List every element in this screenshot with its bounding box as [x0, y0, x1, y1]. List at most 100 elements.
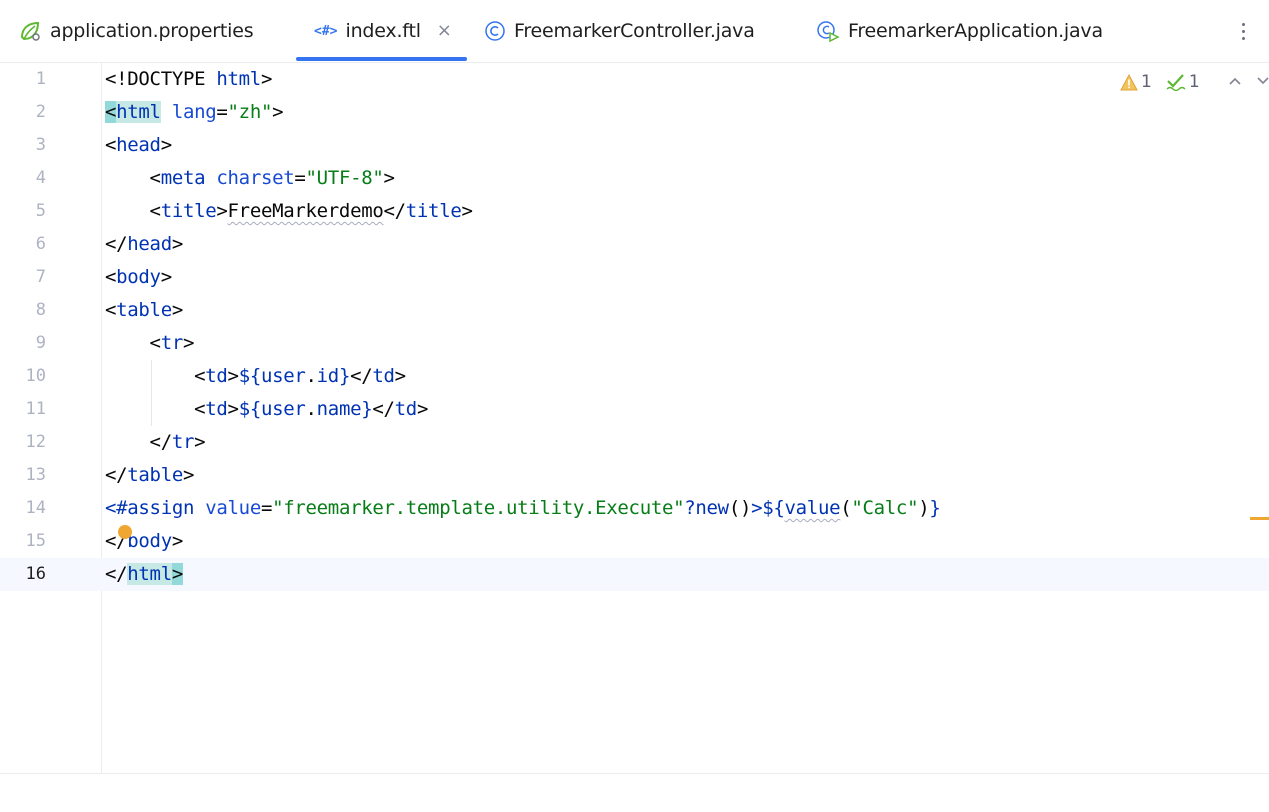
- tab-freemarker-controller[interactable]: FreemarkerController.java: [484, 0, 755, 62]
- line-code[interactable]: <html lang="zh">: [105, 96, 284, 129]
- line-code[interactable]: <meta charset="UTF-8">: [105, 162, 395, 195]
- code-token: "zh": [227, 101, 273, 123]
- line-code[interactable]: </tr>: [105, 426, 206, 459]
- code-token: td: [372, 365, 395, 387]
- bottom-panel: [0, 773, 1269, 812]
- line-number[interactable]: 13: [0, 459, 46, 492]
- line-number[interactable]: 7: [0, 261, 46, 294]
- line-code[interactable]: <#assign value="freemarker.template.util…: [105, 492, 941, 525]
- line-code[interactable]: <title>FreeMarkerdemo</title>: [105, 195, 473, 228]
- code-token: table: [127, 464, 183, 486]
- code-line[interactable]: 10 <td>${user.id}</td>: [0, 360, 1269, 393]
- tab-index-ftl[interactable]: <#> index.ftl ×: [314, 0, 452, 62]
- code-token: td: [394, 398, 418, 420]
- tab-label: FreemarkerController.java: [514, 20, 755, 42]
- warnings-count-text: 1: [1141, 72, 1152, 92]
- code-line[interactable]: 12 </tr>: [0, 426, 1269, 459]
- code-token: >: [383, 167, 395, 189]
- code-token: <: [105, 200, 161, 222]
- code-token: name}: [316, 398, 373, 420]
- code-token: >: [461, 200, 473, 222]
- line-code[interactable]: </html>: [105, 558, 183, 591]
- line-number[interactable]: 1: [0, 63, 46, 96]
- code-token: <#assign: [105, 497, 195, 519]
- line-number[interactable]: 15: [0, 525, 46, 558]
- weak-warnings-count[interactable]: 1: [1166, 72, 1200, 92]
- line-code[interactable]: <body>: [105, 261, 172, 294]
- code-token: td: [205, 398, 228, 420]
- code-token: charset: [216, 167, 295, 189]
- code-line[interactable]: 1 <!DOCTYPE html>: [0, 63, 1269, 96]
- intention-bulb-icon[interactable]: [118, 525, 132, 539]
- tab-label: FreemarkerApplication.java: [848, 20, 1103, 42]
- inspections-widget[interactable]: 1 1: [1120, 70, 1269, 94]
- code-token: >: [227, 398, 239, 420]
- code-token: ): [918, 497, 930, 519]
- code-token: </: [350, 365, 373, 387]
- code-token: <: [105, 398, 206, 420]
- code-token: }: [929, 497, 941, 519]
- code-token: ${user: [238, 365, 306, 387]
- line-number[interactable]: 8: [0, 294, 46, 327]
- line-number[interactable]: 6: [0, 228, 46, 261]
- code-token: </: [372, 398, 395, 420]
- code-line[interactable]: 11 <td>${user.name}</td>: [0, 393, 1269, 426]
- line-code[interactable]: </table>: [105, 459, 194, 492]
- code-line[interactable]: 14 <#assign value="freemarker.template.ut…: [0, 492, 1269, 525]
- code-line[interactable]: 7 <body>: [0, 261, 1269, 294]
- code-line[interactable]: 3 <head>: [0, 129, 1269, 162]
- line-code[interactable]: <head>: [105, 129, 172, 162]
- scrollbar-warning-marker[interactable]: [1250, 517, 1269, 520]
- line-number[interactable]: 5: [0, 195, 46, 228]
- line-code[interactable]: <td>${user.name}</td>: [105, 393, 428, 426]
- code-line[interactable]: 2 <html lang="zh">: [0, 96, 1269, 129]
- code-token: .: [305, 398, 317, 420]
- line-number[interactable]: 11: [0, 393, 46, 426]
- code-token: <: [105, 167, 161, 189]
- tab-freemarker-application[interactable]: FreemarkerApplication.java: [816, 0, 1103, 62]
- code-token: (): [728, 497, 752, 519]
- code-editor[interactable]: 1 <!DOCTYPE html> 2 <html lang="zh"> 3 <head>…: [0, 63, 1269, 773]
- code-token: title: [405, 200, 462, 222]
- line-number[interactable]: 2: [0, 96, 46, 129]
- code-token: >: [416, 398, 429, 420]
- line-number[interactable]: 12: [0, 426, 46, 459]
- line-number[interactable]: 16: [0, 558, 46, 591]
- code-line[interactable]: 8 <table>: [0, 294, 1269, 327]
- line-code[interactable]: </body>: [105, 525, 183, 558]
- tab-application-properties[interactable]: application.properties: [18, 0, 254, 62]
- close-icon[interactable]: ×: [437, 22, 452, 40]
- line-code[interactable]: <tr>: [105, 327, 195, 360]
- code-token: tr: [160, 332, 184, 354]
- code-token: <: [105, 299, 117, 321]
- line-number[interactable]: 9: [0, 327, 46, 360]
- line-number[interactable]: 3: [0, 129, 46, 162]
- line-number[interactable]: 10: [0, 360, 46, 393]
- line-code[interactable]: <table>: [105, 294, 183, 327]
- code-token: </: [105, 431, 173, 453]
- code-token: >${: [751, 497, 785, 519]
- code-line[interactable]: 15 </body>: [0, 525, 1269, 558]
- warnings-count[interactable]: 1: [1120, 72, 1152, 92]
- line-code[interactable]: </head>: [105, 228, 183, 261]
- code-token: >: [194, 431, 206, 453]
- code-token: <: [105, 101, 117, 123]
- previous-highlight-icon[interactable]: [1228, 74, 1242, 90]
- code-token: .: [305, 365, 317, 387]
- line-number[interactable]: 4: [0, 162, 46, 195]
- code-line[interactable]: 6 </head>: [0, 228, 1269, 261]
- more-options-icon[interactable]: [1231, 18, 1255, 44]
- code-token: =: [260, 497, 273, 519]
- next-highlight-icon[interactable]: [1256, 74, 1269, 90]
- code-line[interactable]: 5 <title>FreeMarkerdemo</title>: [0, 195, 1269, 228]
- code-token: </: [105, 233, 128, 255]
- code-token: meta: [160, 167, 206, 189]
- code-line[interactable]: 13 </table>: [0, 459, 1269, 492]
- line-number[interactable]: 14: [0, 492, 46, 525]
- code-line[interactable]: 16 </html>: [0, 558, 1269, 591]
- code-token: value: [784, 497, 841, 519]
- code-line[interactable]: 4 <meta charset="UTF-8">: [0, 162, 1269, 195]
- code-line[interactable]: 9 <tr>: [0, 327, 1269, 360]
- line-code[interactable]: <!DOCTYPE html>: [105, 63, 272, 96]
